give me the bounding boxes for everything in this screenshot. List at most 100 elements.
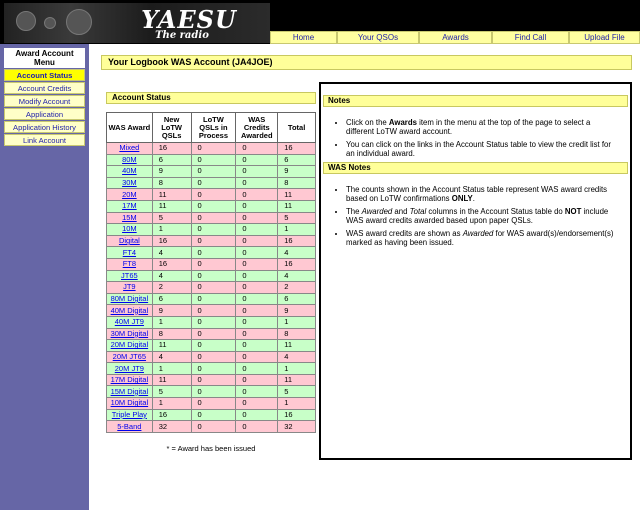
award-link[interactable]: 17M Digital [111,375,149,384]
award-cell: 30M Digital [106,327,153,341]
award-link[interactable]: 40M Digital [111,306,149,315]
col-lotw-in-process: LoTW QSLs in Process [190,112,237,143]
cell-new: 6 [151,292,192,306]
award-link[interactable]: 10M Digital [111,398,149,407]
nav-find-call[interactable]: Find Call [492,31,569,44]
award-link[interactable]: 20M Digital [111,340,149,349]
cell-process: 0 [190,142,237,155]
cell-total: 16 [277,408,316,422]
award-link[interactable]: 80M [122,155,137,164]
award-cell: 17M [106,199,153,213]
cell-total: 5 [277,385,316,399]
award-link[interactable]: 20M JT65 [113,352,146,361]
cell-new: 5 [151,211,192,225]
note-text: ONLY [451,194,473,203]
table-row: 5-Band 32 0 0 32 [106,420,316,433]
award-link[interactable]: JT65 [121,271,138,280]
award-cell: 20M [106,188,153,201]
cell-process: 0 [190,327,237,341]
table-row: JT65 4 0 0 4 [106,269,316,283]
cell-total: 8 [277,176,316,190]
award-link[interactable]: JT9 [123,282,136,291]
award-link[interactable]: 80M Digital [111,294,149,303]
award-link[interactable]: 20M JT9 [115,364,144,373]
table-row: 15M 5 0 0 5 [106,211,316,225]
sidebar-item-application-history[interactable]: Application History [4,121,85,133]
cell-new: 4 [151,246,192,259]
cell-new: 11 [151,373,192,387]
award-link[interactable]: Digital [119,236,140,245]
account-status-table: WAS Award New LoTW QSLs LoTW QSLs in Pro… [106,112,316,433]
sidebar-item-account-credits[interactable]: Account Credits [4,82,85,94]
sidebar-item-link-account[interactable]: Link Account [4,134,85,146]
award-cell: 40M Digital [106,304,153,317]
cell-awarded: 0 [235,211,279,225]
note-text: . [472,194,475,203]
cell-process: 0 [190,420,237,433]
award-link[interactable]: FT8 [123,259,136,268]
cell-awarded: 0 [235,269,279,283]
sidebar-item-application[interactable]: Application [4,108,85,120]
col-was-credits-awarded: WAS Credits Awarded [235,112,279,143]
award-cell: Mixed [106,142,153,155]
nav-home[interactable]: Home [270,31,337,44]
award-link[interactable]: 20M [122,190,137,199]
cell-awarded: 0 [235,304,279,317]
award-link[interactable]: Triple Play [112,410,147,419]
award-link[interactable]: 17M [122,201,137,210]
award-cell: 10M Digital [106,397,153,410]
award-cell: JT9 [106,281,153,294]
cell-new: 16 [151,257,192,271]
cell-process: 0 [190,385,237,399]
cell-process: 0 [190,153,237,167]
cell-awarded: 0 [235,176,279,190]
nav-your-qsos[interactable]: Your QSOs [337,31,419,44]
award-link[interactable]: Mixed [119,143,139,152]
award-cell: Digital [106,234,153,248]
table-row: 30M 8 0 0 8 [106,176,316,190]
award-link[interactable]: FT4 [123,248,136,257]
cell-process: 0 [190,223,237,236]
table-row: 40M 9 0 0 9 [106,165,316,178]
note-text: The counts shown in the Account Status t… [346,185,608,203]
award-link[interactable]: 10M [122,224,137,233]
note-text: Total [409,207,427,216]
award-link[interactable]: 40M JT9 [115,317,144,326]
cell-awarded: 0 [235,153,279,167]
cell-total: 5 [277,211,316,225]
cell-awarded: 0 [235,165,279,178]
cell-process: 0 [190,304,237,317]
cell-total: 16 [277,142,316,155]
award-link[interactable]: 30M [122,178,137,187]
award-cell: 17M Digital [106,373,153,387]
cell-new: 8 [151,327,192,341]
award-link[interactable]: 40M [122,166,137,175]
radio-knob-icon [66,9,92,35]
award-link[interactable]: 15M Digital [111,387,149,396]
cell-process: 0 [190,339,237,352]
table-row: FT4 4 0 0 4 [106,246,316,259]
cell-awarded: 0 [235,188,279,201]
cell-total: 16 [277,234,316,248]
award-link[interactable]: 30M Digital [111,329,149,338]
cell-new: 5 [151,385,192,399]
award-link[interactable]: 5-Band [117,422,141,431]
award-link[interactable]: 15M [122,213,137,222]
note-text: The [346,207,362,216]
cell-process: 0 [190,211,237,225]
sidebar-item-account-status[interactable]: Account Status [4,69,85,81]
cell-awarded: 0 [235,234,279,248]
award-cell: FT8 [106,257,153,271]
nav-awards[interactable]: Awards [419,31,492,44]
notes-list: Click on the Awards item in the menu at … [321,118,630,158]
cell-awarded: 0 [235,362,279,375]
sidebar-item-modify-account[interactable]: Modify Account [4,95,85,107]
was-notes-list: The counts shown in the Account Status t… [321,185,630,247]
nav-upload-file[interactable]: Upload File [569,31,640,44]
table-row: 20M 11 0 0 11 [106,188,316,201]
cell-total: 11 [277,199,316,213]
yaesu-logo[interactable]: YAESU The radio [4,3,270,43]
note-text: Click on the [346,118,389,127]
table-row: Digital 16 0 0 16 [106,234,316,248]
note-item: The Awarded and Total columns in the Acc… [346,207,620,225]
